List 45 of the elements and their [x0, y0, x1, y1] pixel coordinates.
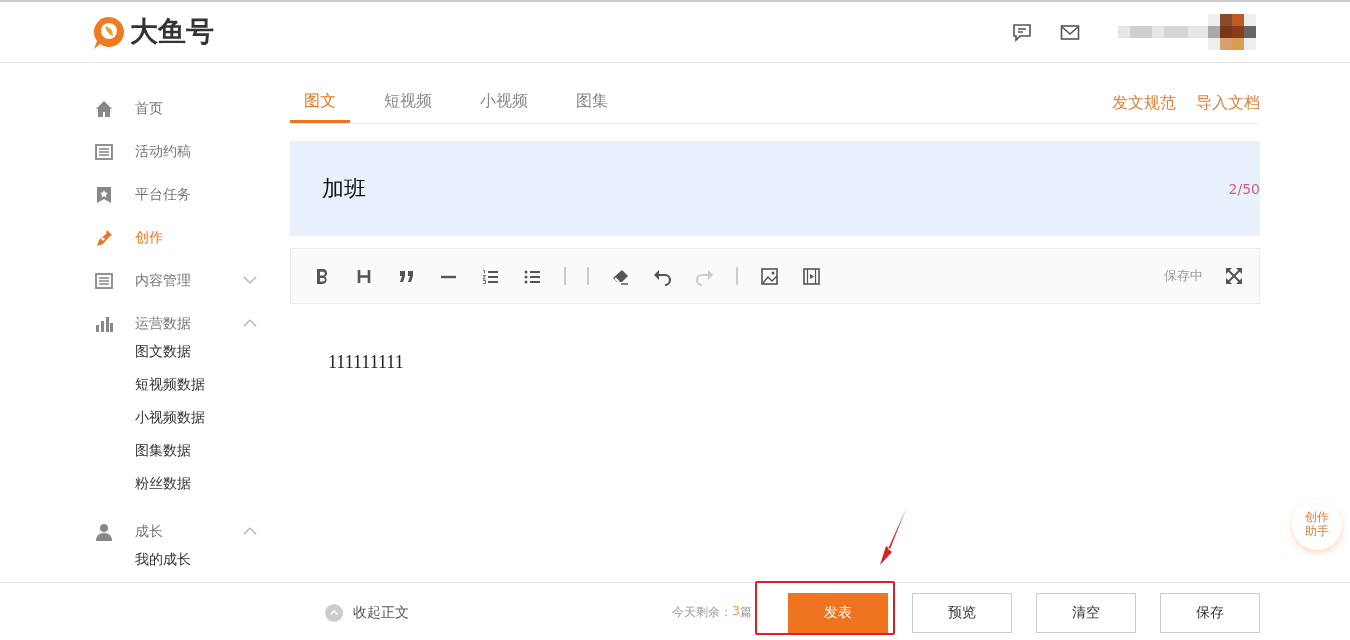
link[interactable]: 发文规范 — [1112, 93, 1176, 114]
action-button[interactable]: 预览 — [912, 592, 1012, 633]
sidebar-subitem[interactable]: 粉丝数据 — [95, 467, 270, 500]
tab[interactable]: 小视频 — [466, 91, 542, 123]
chevron-down-icon — [243, 276, 257, 284]
collapse-link[interactable]: 收起正文 — [353, 603, 409, 622]
image-icon[interactable] — [760, 266, 779, 286]
assistant-button[interactable]: 创作助手 — [1292, 500, 1342, 550]
tab[interactable]: 图文 — [290, 91, 350, 123]
bar-chart-icon — [95, 314, 113, 333]
sidebar-item[interactable]: 首页 — [95, 87, 270, 130]
remaining-label: 今天剩余： — [672, 604, 733, 621]
sidebar-item[interactable]: 活动约稿 — [95, 130, 270, 173]
document-icon — [95, 271, 113, 290]
sidebar-item[interactable]: 内容管理 — [95, 259, 270, 302]
body-text[interactable]: 111111111 — [328, 352, 404, 373]
star-bookmark-icon — [95, 185, 113, 204]
sidebar-subitem[interactable]: 小视频数据 — [95, 401, 270, 434]
action-button[interactable]: 清空 — [1036, 592, 1136, 633]
sidebar-subitem[interactable]: 短视频数据 — [95, 368, 270, 401]
pen-icon — [95, 228, 113, 247]
action-button[interactable]: 保存 — [1160, 592, 1260, 633]
chevron-up-icon — [243, 319, 257, 327]
link[interactable]: 导入文档 — [1196, 93, 1260, 114]
tab[interactable]: 短视频 — [370, 91, 446, 123]
logo-text: 大鱼号 — [130, 14, 214, 50]
home-icon — [95, 99, 113, 118]
tab[interactable]: 图集 — [562, 91, 622, 123]
mail-icon[interactable] — [1060, 22, 1080, 42]
save-status: 保存中 — [1164, 267, 1203, 285]
sidebar-item[interactable]: 创作 — [95, 216, 270, 259]
sidebar-item[interactable]: 平台任务 — [95, 173, 270, 216]
sidebar-subitem[interactable]: 图集数据 — [95, 434, 270, 467]
remaining-count: 3 — [732, 604, 740, 620]
remaining-unit: 篇 — [740, 604, 752, 621]
publish-button[interactable]: 发表 — [788, 592, 888, 633]
person-icon — [95, 522, 113, 541]
character-counter: 2/50 — [1228, 180, 1260, 197]
chevron-up-icon — [243, 527, 257, 535]
document-icon — [95, 142, 113, 161]
film-icon[interactable] — [802, 266, 821, 286]
fullscreen-icon[interactable] — [1225, 267, 1243, 285]
title-field[interactable]: 加班 2/50 — [290, 141, 1260, 236]
chevron-up-circle-icon — [325, 603, 343, 622]
comment-icon[interactable] — [1012, 22, 1032, 42]
